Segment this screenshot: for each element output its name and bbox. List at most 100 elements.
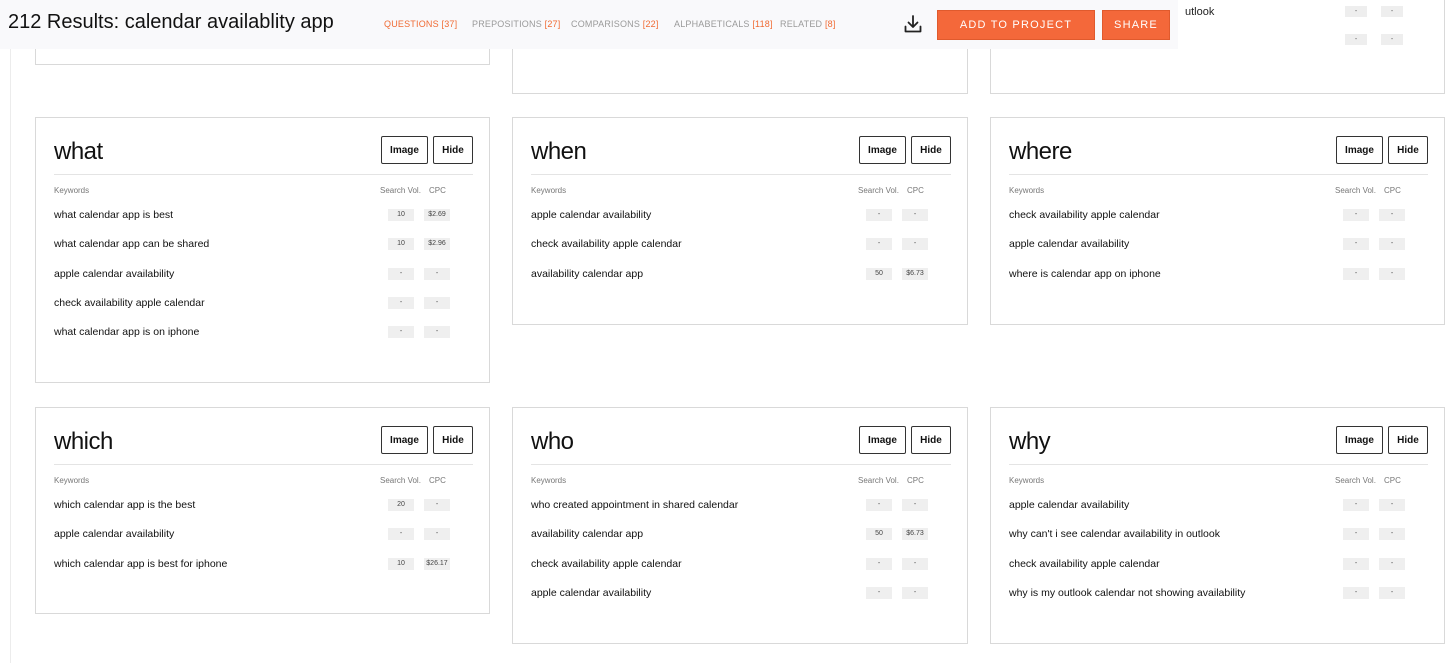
keyword-row[interactable]: apple calendar availability - - <box>1009 497 1428 513</box>
keyword-row[interactable]: availability calendar app 50 $6.73 <box>531 266 951 282</box>
search-vol-value: - <box>388 267 414 280</box>
keyword-text[interactable]: why is my outlook calendar not showing a… <box>1009 585 1245 601</box>
cpc-value: - <box>1379 586 1405 599</box>
card-divider <box>54 174 473 175</box>
keyword-text[interactable]: apple calendar availability <box>1009 497 1129 513</box>
keyword-row[interactable]: why is my outlook calendar not showing a… <box>1009 585 1428 601</box>
tab-comparisons[interactable]: COMPARISONS [22] <box>571 19 659 29</box>
cpc-value: - <box>902 209 928 221</box>
keyword-row[interactable]: why can't i see calendar availability in… <box>1009 526 1428 542</box>
keyword-row[interactable]: which calendar app is best for iphone 10 $… <box>54 556 473 572</box>
keyword-text[interactable]: who created appointment in shared calend… <box>531 497 738 513</box>
tab-alphabeticals[interactable]: ALPHABETICALS [118] <box>674 19 773 29</box>
search-vol-value: 10 <box>388 557 414 570</box>
keyword-text[interactable]: what calendar app is best <box>54 207 173 223</box>
keyword-text[interactable]: apple calendar availability <box>54 526 174 542</box>
results-query: calendar availablity app <box>124 11 334 33</box>
cpc-column-header: CPC <box>907 186 924 195</box>
keyword-row[interactable]: check availability apple calendar - - <box>531 236 951 252</box>
keyword-row[interactable]: apple calendar availability - - <box>1009 236 1428 252</box>
image-button[interactable]: Image <box>859 426 906 454</box>
partial-vol-cell: - <box>1345 6 1367 17</box>
download-icon[interactable] <box>903 14 923 34</box>
search-vol-column-header: Search Vol. <box>858 476 899 485</box>
card-title: who <box>531 428 574 455</box>
keyword-row[interactable]: which calendar app is the best 20- <box>54 497 473 513</box>
hide-button[interactable]: Hide <box>433 426 473 454</box>
cpc-value: - <box>1379 209 1405 221</box>
keyword-row[interactable]: check availability apple calendar - - <box>54 295 473 311</box>
cpc-value: - <box>424 528 450 541</box>
keyword-text[interactable]: check availability apple calendar <box>1009 556 1160 572</box>
tab-prepositions[interactable]: PREPOSITIONS [27] <box>472 19 560 29</box>
hide-button[interactable]: Hide <box>1388 136 1428 164</box>
cpc-value: - <box>424 267 450 280</box>
keywords-column-header: Keywords <box>1009 186 1045 195</box>
search-vol-value: - <box>388 326 414 339</box>
partial-cpc-cell: - <box>1381 6 1403 17</box>
partial-vol-cell: - <box>1345 34 1367 45</box>
keyword-text[interactable]: apple calendar availability <box>1009 236 1129 252</box>
keyword-text[interactable]: apple calendar availability <box>54 266 174 282</box>
hide-button[interactable]: Hide <box>911 136 951 164</box>
page-left-rule <box>10 0 11 663</box>
card-title: where <box>1009 138 1072 165</box>
search-vol-value: - <box>866 238 892 251</box>
keyword-text[interactable]: where is calendar app on iphone <box>1009 266 1161 282</box>
hide-button[interactable]: Hide <box>911 426 951 454</box>
keyword-text[interactable]: which calendar app is best for iphone <box>54 556 227 572</box>
search-vol-value: - <box>866 499 892 511</box>
question-card-when: when Image Hide Keywords Search Vol. CPC apple… <box>512 117 968 325</box>
results-count: 212 Results: <box>8 11 120 33</box>
cpc-value: $6.73 <box>902 528 928 541</box>
tab-questions[interactable]: QUESTIONS [37] <box>384 19 457 29</box>
results-title: 212 Results: calendar availablity app <box>8 11 334 34</box>
keyword-row[interactable]: what calendar app can be shared 10 $2.96 <box>54 236 473 252</box>
keyword-row[interactable]: what calendar app is on iphone - - <box>54 324 473 340</box>
keyword-text[interactable]: availability calendar app <box>531 526 643 542</box>
image-button[interactable]: Image <box>859 136 906 164</box>
search-vol-value: - <box>1343 557 1369 570</box>
keyword-row[interactable]: apple calendar availability - - <box>531 585 951 601</box>
keyword-text[interactable]: check availability apple calendar <box>531 556 682 572</box>
keyword-text[interactable]: apple calendar availability <box>531 207 651 223</box>
keyword-row[interactable]: apple calendar availability - - <box>531 207 951 223</box>
keyword-row[interactable]: check availability apple calendar - - <box>531 556 951 572</box>
tab-related[interactable]: RELATED [8] <box>780 19 836 29</box>
keyword-row[interactable]: what calendar app is best 10 $2.69 <box>54 207 473 223</box>
keyword-text[interactable]: what calendar app is on iphone <box>54 324 199 340</box>
question-card-what: what Image Hide Keywords Search Vol. CPC what … <box>35 117 490 383</box>
hide-button[interactable]: Hide <box>1388 426 1428 454</box>
keyword-text[interactable]: apple calendar availability <box>531 585 651 601</box>
add-to-project-button[interactable]: ADD TO PROJECT <box>937 10 1095 40</box>
image-button[interactable]: Image <box>381 426 428 454</box>
keyword-text[interactable]: which calendar app is the best <box>54 497 195 513</box>
keyword-row[interactable]: apple calendar availability - - <box>54 266 473 282</box>
keyword-text[interactable]: check availability apple calendar <box>1009 207 1160 223</box>
keyword-row[interactable]: availability calendar app 50 $6.73 <box>531 526 951 542</box>
image-button[interactable]: Image <box>1336 136 1383 164</box>
keyword-row[interactable]: check availability apple calendar - - <box>1009 556 1428 572</box>
keyword-row[interactable]: apple calendar availability - - <box>54 526 473 542</box>
cpc-value: - <box>1379 499 1405 511</box>
question-card-which: which Image Hide Keywords Search Vol. CPC whic… <box>35 407 490 614</box>
search-vol-column-header: Search Vol. <box>1335 476 1376 485</box>
card-divider <box>54 464 473 465</box>
keyword-text[interactable]: check availability apple calendar <box>531 236 682 252</box>
hide-button[interactable]: Hide <box>433 136 473 164</box>
search-vol-value: - <box>1343 528 1369 541</box>
keyword-row[interactable]: where is calendar app on iphone - - <box>1009 266 1428 282</box>
image-button[interactable]: Image <box>381 136 428 164</box>
search-vol-value: 10 <box>388 209 414 221</box>
keyword-row[interactable]: who created appointment in shared calend… <box>531 497 951 513</box>
image-button[interactable]: Image <box>1336 426 1383 454</box>
share-button[interactable]: SHARE <box>1102 10 1170 40</box>
search-vol-value: - <box>866 557 892 570</box>
keyword-text[interactable]: check availability apple calendar <box>54 295 205 311</box>
keyword-text[interactable]: availability calendar app <box>531 266 643 282</box>
keyword-text[interactable]: what calendar app can be shared <box>54 236 209 252</box>
keyword-text[interactable]: why can't i see calendar availability in… <box>1009 526 1220 542</box>
keyword-row[interactable]: check availability apple calendar - - <box>1009 207 1428 223</box>
card-title: which <box>54 428 113 455</box>
search-vol-value: - <box>388 528 414 541</box>
